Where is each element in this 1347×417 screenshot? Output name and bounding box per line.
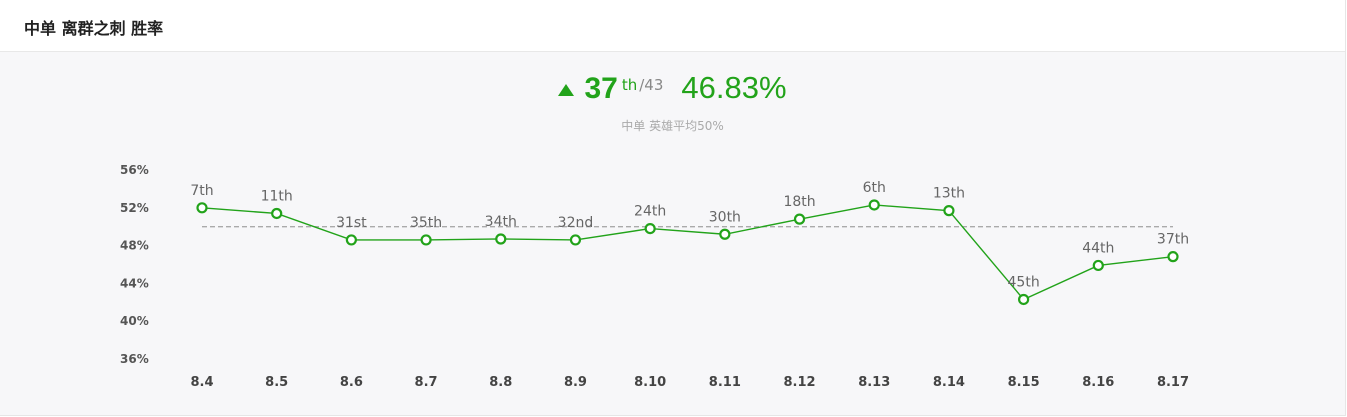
y-tick-label: 56% — [120, 163, 149, 177]
data-point — [495, 233, 507, 245]
data-point — [196, 202, 208, 214]
data-point — [345, 234, 357, 246]
y-tick-label: 48% — [120, 239, 149, 253]
point-rank-label: 44th — [1082, 240, 1114, 256]
y-tick-label: 52% — [120, 201, 149, 215]
data-point — [719, 228, 731, 240]
x-tick-label: 8.15 — [1008, 375, 1040, 390]
x-tick-label: 8.16 — [1082, 375, 1114, 390]
data-point — [868, 199, 880, 211]
data-point — [793, 213, 806, 225]
point-rank-label: 13th — [933, 186, 965, 202]
x-tick-label: 8.10 — [634, 375, 666, 390]
x-tick-label: 8.7 — [415, 375, 438, 390]
point-rank-label: 37th — [1157, 232, 1189, 248]
data-point — [943, 205, 955, 217]
point-rank-label: 34th — [485, 214, 517, 230]
x-tick-label: 8.9 — [564, 375, 587, 390]
x-tick-label: 8.17 — [1157, 375, 1189, 390]
point-rank-label: 32nd — [558, 215, 594, 231]
x-tick-label: 8.14 — [933, 375, 965, 390]
point-rank-label: 30th — [709, 209, 741, 225]
win-rate-line-chart: 56% 52% 48% 44% 40% 36% 8.4 8.5 8.6 8.7 8.8 8.9 8.10… — [120, 163, 1189, 390]
y-tick-label: 40% — [120, 314, 149, 328]
x-tick-label: 8.6 — [340, 375, 363, 390]
data-point — [569, 234, 582, 246]
data-point — [271, 207, 283, 220]
y-tick-label: 36% — [120, 352, 149, 366]
x-tick-label: 8.12 — [783, 375, 815, 390]
data-point — [1167, 251, 1179, 263]
data-point — [420, 234, 432, 246]
x-tick-label: 8.13 — [858, 375, 890, 390]
point-rank-label: 6th — [863, 180, 886, 196]
data-point — [1018, 293, 1030, 306]
data-point — [644, 222, 656, 235]
point-rank-label: 35th — [410, 215, 442, 231]
point-rank-label: 11th — [261, 188, 293, 204]
x-tick-label: 8.5 — [265, 375, 288, 390]
point-rank-label: 24th — [634, 204, 666, 220]
y-tick-label: 44% — [120, 276, 149, 290]
point-rank-label: 45th — [1008, 274, 1040, 290]
point-rank-label: 7th — [190, 183, 213, 199]
x-tick-label: 8.11 — [709, 375, 741, 390]
x-tick-label: 8.4 — [190, 375, 213, 390]
point-rank-label: 18th — [783, 194, 815, 210]
x-tick-label: 8.8 — [489, 375, 512, 390]
win-rate-panel: 中单 离群之刺 胜率 37th/43 46.83% 中单 英雄平均50% 56% 5… — [0, 0, 1346, 416]
point-rank-label: 31st — [336, 215, 367, 231]
data-point — [1092, 259, 1104, 272]
